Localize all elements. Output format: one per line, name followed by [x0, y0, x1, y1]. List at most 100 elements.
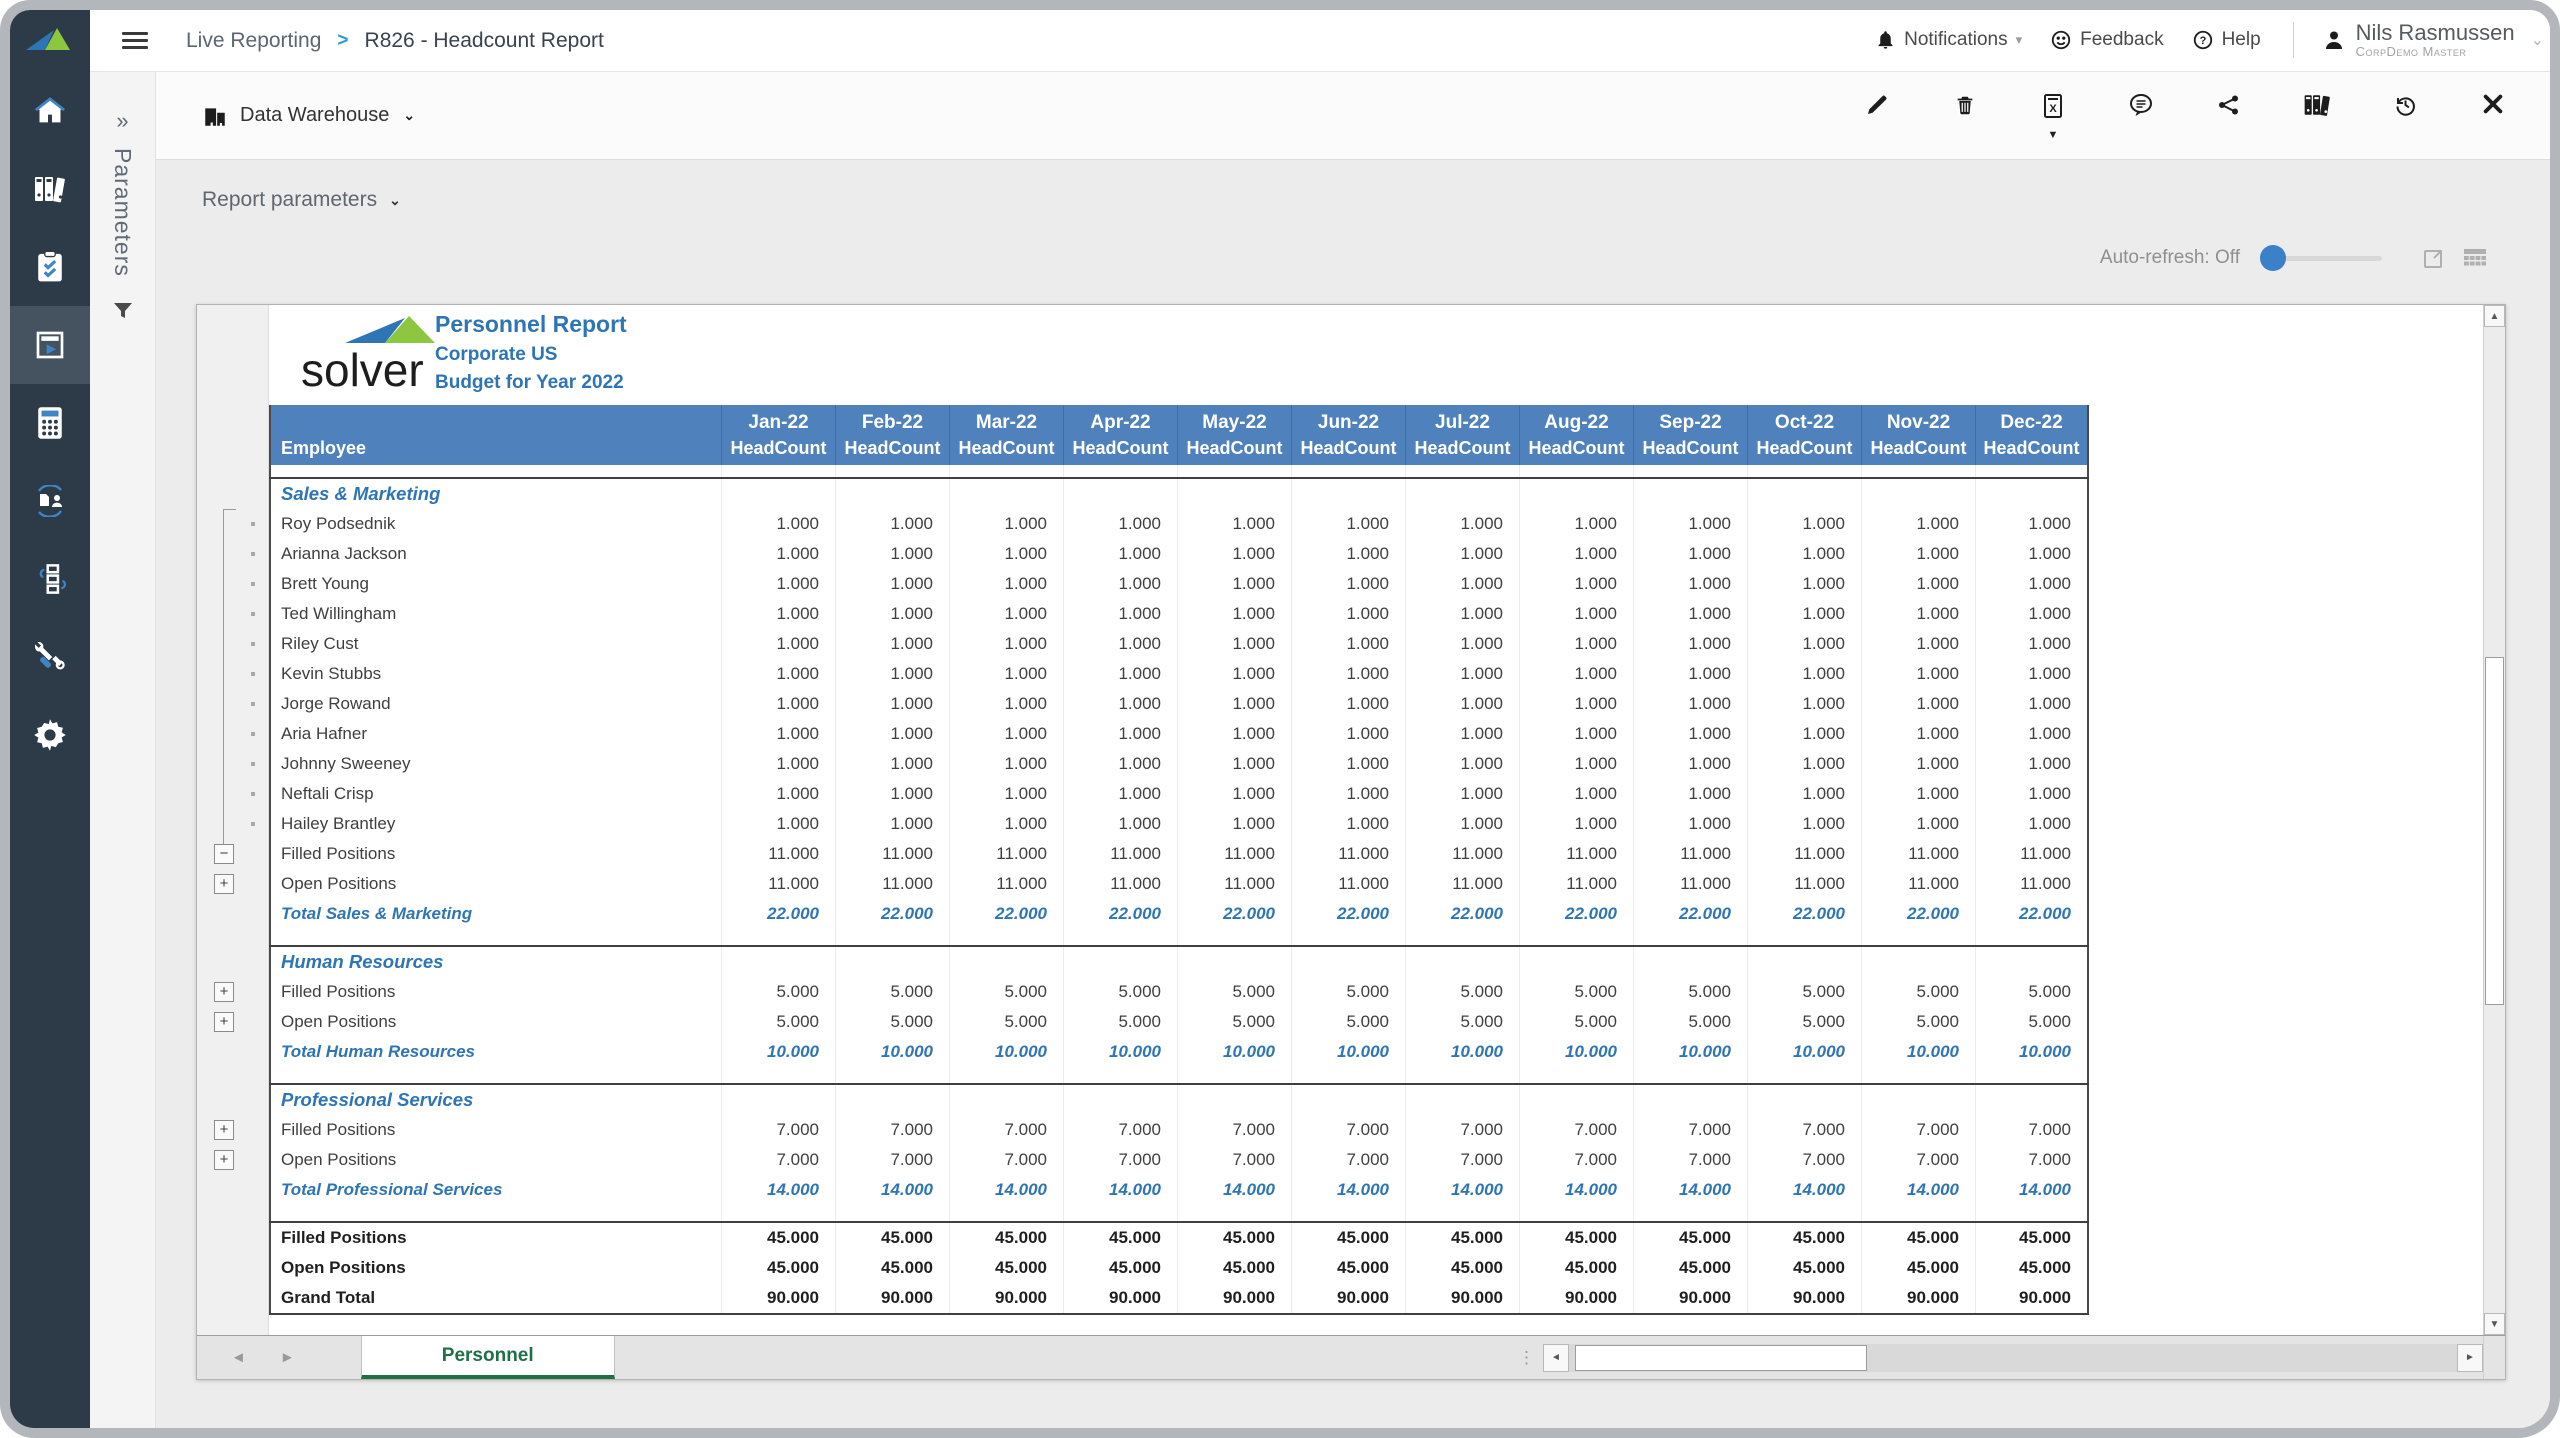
value-cell [1633, 465, 1747, 477]
sidebar-item-home[interactable] [10, 72, 90, 150]
sidebar-item-tasks-clipboard[interactable] [10, 228, 90, 306]
expand-panel-icon[interactable]: » [116, 108, 128, 134]
row-label-cell: Neftali Crisp [269, 779, 721, 809]
value-cell [1063, 1205, 1177, 1221]
employee-row: Hailey Brantley1.0001.0001.0001.0001.000… [197, 809, 2089, 839]
value-cell [949, 1085, 1063, 1115]
horizontal-scroll-thumb[interactable] [1575, 1345, 1867, 1371]
value-cell [1519, 1067, 1633, 1083]
notifications-button[interactable]: Notifications▾ [1875, 29, 2022, 51]
outline-bracket [223, 569, 224, 599]
comment-button[interactable] [2114, 93, 2168, 123]
open-in-window-icon[interactable] [2422, 246, 2446, 270]
solver-logo-icon[interactable] [10, 10, 90, 72]
value-cell [1861, 1067, 1975, 1083]
chevron-down-icon: ▼ [2048, 131, 2059, 139]
value-cell [1633, 929, 1747, 945]
close-button[interactable] [2466, 93, 2520, 121]
sidebar-item-document-user-sync[interactable] [10, 462, 90, 540]
feedback-button[interactable]: Feedback [2050, 29, 2163, 51]
value-cell: 90.000 [1063, 1283, 1177, 1313]
value-cell: 45.000 [1291, 1223, 1405, 1253]
data-source-selector[interactable]: Data Warehouse ⌄ [202, 103, 415, 129]
expand-button[interactable]: + [214, 1150, 234, 1170]
horizontal-scrollbar[interactable]: ◄ ► [1543, 1343, 2483, 1372]
gutter-cell [197, 465, 269, 477]
chevron-down-icon: ▾ [2016, 32, 2023, 48]
value-cell: 10.000 [1633, 1037, 1747, 1067]
value-cell [721, 947, 835, 977]
sidebar-item-report-player[interactable] [10, 306, 90, 384]
history-button[interactable] [2378, 93, 2432, 123]
expand-button[interactable]: + [214, 1120, 234, 1140]
outline-row-dot [251, 732, 255, 736]
delete-button[interactable] [1938, 93, 1992, 123]
employee-column-header: Employee [281, 438, 721, 459]
row-label-cell: Total Professional Services [269, 1175, 721, 1205]
vertical-scrollbar[interactable]: ▲ ▼ [2483, 305, 2505, 1335]
scroll-up-button[interactable]: ▲ [2484, 305, 2505, 327]
value-cell: 11.000 [835, 869, 949, 899]
report-player-icon [33, 329, 67, 361]
outline-bracket [223, 659, 224, 689]
value-cell: 1.000 [1861, 779, 1975, 809]
auto-refresh-slider[interactable] [2264, 256, 2382, 261]
vertical-scroll-thumb[interactable] [2485, 657, 2504, 1005]
share-button[interactable] [2202, 93, 2256, 123]
tab-scroll-splitter[interactable]: ⋮ [1508, 1336, 1543, 1379]
sidebar-item-process-flow[interactable] [10, 540, 90, 618]
value-cell: 1.000 [835, 569, 949, 599]
value-cell [1747, 929, 1861, 945]
value-cell [835, 465, 949, 477]
export-to-excel-button[interactable]: X▼ [2026, 93, 2080, 139]
value-cell: 1.000 [1291, 569, 1405, 599]
value-cell [1747, 1205, 1861, 1221]
sidebar-item-settings-gear[interactable] [10, 696, 90, 774]
headcount-table: EmployeeJan-22HeadCountFeb-22HeadCountMa… [197, 405, 2089, 1315]
prev-sheet-button[interactable]: ◄ [231, 1349, 246, 1366]
gutter-cell [197, 479, 269, 509]
filter-funnel-icon[interactable] [111, 299, 135, 328]
value-cell [949, 1205, 1063, 1221]
value-cell: 1.000 [835, 629, 949, 659]
report-viewport: solver Personnel Report Corporate US Bud… [196, 304, 2506, 1380]
chevron-down-icon: ⌄ [2531, 30, 2544, 50]
expand-button[interactable]: + [214, 1012, 234, 1032]
user-menu[interactable]: Nils Rasmussen CorpDemo Master ⌄ [2322, 21, 2544, 59]
report-parameters-toggle[interactable]: Report parameters ⌄ [202, 188, 462, 212]
value-cell [835, 929, 949, 945]
sheet-tab-personnel[interactable]: Personnel [361, 1336, 615, 1379]
scroll-down-button[interactable]: ▼ [2484, 1313, 2505, 1335]
edit-button[interactable] [1850, 93, 1904, 123]
value-cell: 7.000 [1861, 1145, 1975, 1175]
breadcrumb-section[interactable]: Live Reporting [186, 29, 321, 53]
value-cell [1291, 1205, 1405, 1221]
value-cell [949, 929, 1063, 945]
slider-knob[interactable] [2260, 245, 2286, 271]
value-cell: 11.000 [1861, 869, 1975, 899]
value-cell: 14.000 [1975, 1175, 2089, 1205]
value-cell: 10.000 [1177, 1037, 1291, 1067]
sidebar-item-binders[interactable] [10, 150, 90, 228]
value-cell: 1.000 [835, 749, 949, 779]
topbar-actions: Notifications▾ Feedback ? Help Nils Rasm… [1875, 21, 2550, 59]
value-cell: 1.000 [1291, 719, 1405, 749]
sidebar-item-calculator[interactable] [10, 384, 90, 462]
value-cell: 1.000 [1747, 719, 1861, 749]
expand-button[interactable]: + [214, 982, 234, 1002]
value-cell: 1.000 [1633, 629, 1747, 659]
help-button[interactable]: ? Help [2192, 29, 2261, 51]
expand-button[interactable]: + [214, 874, 234, 894]
next-sheet-button[interactable]: ► [280, 1349, 295, 1366]
section-header-row: Human Resources [197, 947, 2089, 977]
collapse-button[interactable]: − [214, 844, 234, 864]
value-cell: 90.000 [835, 1283, 949, 1313]
send-to-archive-button[interactable] [2290, 93, 2344, 123]
value-cell: 5.000 [949, 977, 1063, 1007]
scroll-right-button[interactable]: ► [2457, 1344, 2483, 1372]
table-grid-icon[interactable] [2462, 246, 2488, 270]
value-cell: 1.000 [1633, 659, 1747, 689]
hamburger-menu-icon[interactable] [122, 28, 148, 53]
sidebar-item-tools[interactable] [10, 618, 90, 696]
scroll-left-button[interactable]: ◄ [1543, 1344, 1569, 1372]
